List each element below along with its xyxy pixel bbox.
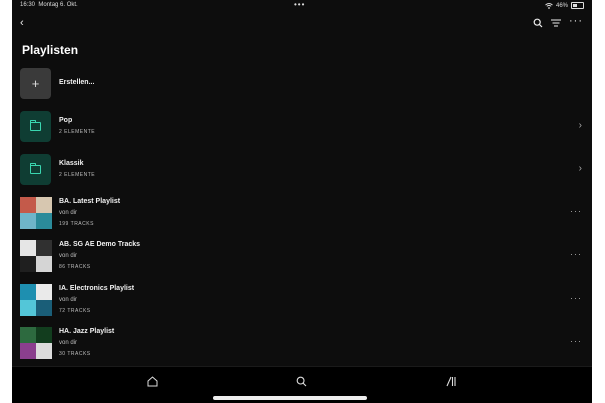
folder-row-klassik[interactable]: Klassik 2 ELEMENTE › (20, 154, 592, 190)
page-title: Playlisten (22, 43, 79, 57)
playlist-title: BA. Latest Playlist (59, 198, 121, 205)
playlist-meta: 30 TRACKS (59, 351, 91, 357)
search-icon[interactable] (296, 376, 307, 387)
folder-name: Pop (59, 117, 73, 124)
more-options-icon[interactable]: ··· (569, 15, 583, 27)
more-options-icon[interactable]: ··· (570, 206, 582, 216)
playlist-cover (20, 240, 52, 272)
folder-icon (20, 154, 51, 185)
search-icon[interactable] (533, 18, 543, 28)
playlist-row[interactable]: IA. Electronics Playlist von dir 72 TRAC… (20, 284, 592, 320)
create-playlist-row[interactable]: + Erstellen... (20, 68, 592, 104)
clock: 16:30 (20, 2, 36, 8)
playlist-row[interactable]: BA. Latest Playlist von dir 199 TRACKS ·… (20, 197, 592, 233)
plus-icon: + (20, 68, 51, 99)
playlist-cover (20, 284, 52, 316)
chevron-right-icon: › (578, 120, 582, 131)
home-indicator[interactable] (213, 396, 367, 400)
folder-name: Klassik (59, 160, 84, 167)
more-options-icon[interactable]: ··· (570, 249, 582, 259)
create-label: Erstellen... (59, 79, 95, 86)
chevron-left-icon[interactable]: ‹ (20, 17, 24, 29)
more-options-icon[interactable]: ··· (570, 336, 582, 346)
playlist-owner: von dir (59, 253, 78, 259)
playlist-title: AB. SG AE Demo Tracks (59, 241, 141, 248)
playlist-meta: 72 TRACKS (59, 308, 91, 314)
folder-meta: 2 ELEMENTE (59, 172, 96, 178)
playlist-row[interactable]: AB. SG AE Demo Tracks von dir 86 TRACKS … (20, 240, 592, 276)
multitasking-dots[interactable]: ••• (294, 0, 305, 9)
library-icon[interactable] (445, 376, 456, 387)
playlist-owner: von dir (59, 210, 78, 216)
app-window: 16:30 Montag 6. Okt. ••• 46% ‹ ··· Playl… (12, 0, 592, 403)
playlist-title: HA. Jazz Playlist (59, 328, 115, 335)
playlist-cover (20, 327, 52, 359)
more-options-icon[interactable]: ··· (570, 293, 582, 303)
playlist-row[interactable]: HA. Jazz Playlist von dir 30 TRACKS ··· (20, 327, 592, 363)
status-bar: 16:30 Montag 6. Okt. ••• 46% (12, 0, 592, 12)
playlist-owner: von dir (59, 340, 78, 346)
playlist-title: IA. Electronics Playlist (59, 285, 135, 292)
home-icon[interactable] (147, 376, 158, 387)
status-right: 46% (545, 2, 584, 9)
wifi-icon (545, 2, 553, 9)
status-date: Montag 6. Okt. (38, 2, 78, 8)
playlist-owner: von dir (59, 297, 78, 303)
folder-meta: 2 ELEMENTE (59, 129, 96, 135)
sort-icon[interactable] (551, 19, 561, 27)
playlist-meta: 199 TRACKS (59, 221, 94, 227)
playlist-cover (20, 197, 52, 229)
status-time: 16:30 Montag 6. Okt. (20, 2, 78, 8)
battery-icon (571, 2, 584, 9)
chevron-right-icon: › (578, 163, 582, 174)
folder-icon (20, 111, 51, 142)
folder-row-pop[interactable]: Pop 2 ELEMENTE › (20, 111, 592, 147)
battery-percent: 46% (555, 2, 568, 9)
playlist-meta: 86 TRACKS (59, 264, 91, 270)
